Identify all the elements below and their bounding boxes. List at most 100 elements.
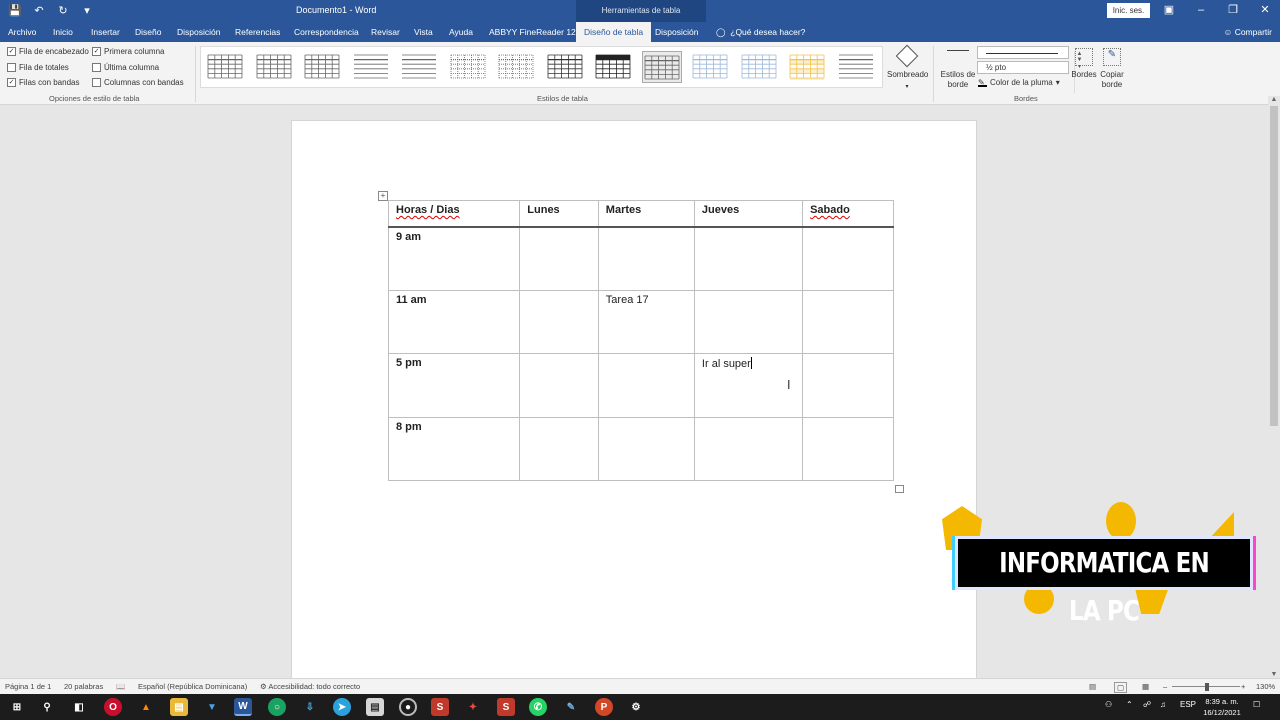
web-layout-icon[interactable]: ▦ [1142,682,1149,691]
volume-icon[interactable]: ♫ [1160,700,1166,709]
read-mode-icon[interactable]: ▤ [1089,682,1096,691]
page-count[interactable]: Página 1 de 1 [5,682,51,691]
minimize-icon[interactable]: – [1194,3,1208,17]
schedule-table[interactable]: Horas / Dias Lunes Martes Jueves Sabado … [387,200,894,481]
banded-rows-option[interactable]: ✓ Filas con bandas [7,78,79,87]
tab-referencias[interactable]: Referencias [235,22,280,42]
zoom-level[interactable]: 130% [1256,682,1275,691]
header-cell[interactable]: Jueves [693,200,804,228]
table-style-thumbnail[interactable] [690,51,730,83]
tab-vista[interactable]: Vista [414,22,433,42]
language-status[interactable]: Español (República Dominicana) [138,682,247,691]
app-icon[interactable]: ▼ [203,698,221,716]
tab-insertar[interactable]: Insertar [91,22,120,42]
vertical-scrollbar[interactable]: ▲ ▼ [1268,96,1280,678]
table-cell[interactable]: Tarea 17 [597,289,695,354]
header-cell[interactable]: Martes [597,200,695,228]
customize-qat-icon[interactable]: ▾ [80,3,94,17]
scroll-thumb[interactable] [1270,106,1278,426]
scroll-down-icon[interactable]: ▼ [1268,671,1280,678]
vlc-icon[interactable]: ▲ [137,698,155,716]
tell-me-search[interactable]: ◯ ¿Qué desea hacer? [716,22,805,42]
table-cell[interactable] [597,226,695,291]
table-style-thumbnail[interactable] [496,51,536,83]
header-cell[interactable]: Lunes [519,200,599,228]
table-cell[interactable] [519,353,599,418]
settings-icon[interactable]: ⚙ [627,698,645,716]
chrome-icon[interactable]: ○ [268,698,286,716]
total-row-option[interactable]: Fila de totales [7,63,69,72]
tray-chevron-icon[interactable]: ⌃ [1126,700,1133,709]
proofing-icon[interactable]: 📖 [116,682,125,691]
table-resize-handle-icon[interactable] [895,485,904,493]
table-style-thumbnail[interactable] [351,51,391,83]
word-icon[interactable]: W [234,698,252,716]
app-icon[interactable]: S [497,698,515,716]
tab-archivo[interactable]: Archivo [8,22,36,42]
table-style-thumbnail[interactable] [739,51,779,83]
tab-diseno[interactable]: Diseño [135,22,161,42]
hour-cell[interactable]: 5 pm [387,353,521,418]
line-weight-select[interactable]: ½ pto [977,61,1069,74]
tab-diseno-de-tabla[interactable]: Diseño de tabla [576,22,652,42]
hour-cell[interactable]: 8 pm [387,416,521,481]
borders-button[interactable]: Bordes [1071,46,1097,92]
share-button[interactable]: ☺ Compartir [1224,22,1272,42]
table-cell[interactable] [802,353,894,418]
table-cell[interactable] [519,416,599,481]
telegram-icon[interactable]: ➤ [333,698,351,716]
pen-color-button[interactable]: ✎ Color de la pluma ▾ [978,78,1060,87]
table-cell[interactable] [802,226,894,291]
hour-cell[interactable]: 9 am [387,226,521,291]
zoom-slider-thumb[interactable] [1205,683,1209,691]
table-cell[interactable] [802,416,894,481]
tab-disposicion[interactable]: Disposición [177,22,220,42]
border-styles-button[interactable]: Estilos de borde [939,46,977,92]
table-cell[interactable] [802,289,894,354]
notepad-icon[interactable]: ▤ [366,698,384,716]
app-icon[interactable]: ⇩ [301,698,319,716]
file-explorer-icon[interactable]: ▤ [170,698,188,716]
table-style-thumbnail[interactable] [641,51,682,83]
table-style-thumbnail[interactable] [448,51,488,83]
banded-columns-option[interactable]: Columnas con bandas [92,78,184,87]
table-style-thumbnail[interactable] [399,51,439,83]
header-row-option[interactable]: ✓ Fila de encabezado [7,47,89,56]
header-cell[interactable]: Horas / Dias [387,200,521,228]
undo-icon[interactable]: ↶ [32,3,46,17]
hour-cell[interactable]: 11 am [387,289,521,354]
zoom-in-icon[interactable]: + [1241,682,1245,691]
table-move-handle-icon[interactable]: + [378,191,388,201]
obs-icon[interactable]: ● [399,698,417,716]
tab-revisar[interactable]: Revisar [371,22,400,42]
close-icon[interactable]: ✕ [1258,3,1272,17]
accessibility-status[interactable]: ⚙ Accesibilidad: todo correcto [260,682,360,691]
first-column-option[interactable]: ✓ Primera columna [92,47,164,56]
table-cell[interactable] [693,226,804,291]
whatsapp-icon[interactable]: ✆ [529,698,547,716]
opera-icon[interactable]: O [104,698,122,716]
print-layout-icon[interactable]: ▢ [1114,682,1128,693]
table-cell[interactable] [597,353,695,418]
tab-inicio[interactable]: Inicio [53,22,73,42]
line-style-select[interactable] [977,46,1069,59]
table-style-thumbnail[interactable] [545,51,585,83]
redo-icon[interactable]: ↻ [56,3,70,17]
app-icon[interactable]: ✦ [464,698,482,716]
tab-disposicion-tabla[interactable]: Disposición [655,22,698,42]
notifications-icon[interactable]: ☐ [1253,700,1260,709]
table-style-thumbnail[interactable] [787,51,827,83]
table-style-thumbnail[interactable] [254,51,294,83]
tab-correspondencia[interactable]: Correspondencia [294,22,359,42]
table-cell[interactable] [693,416,804,481]
table-cell[interactable] [519,226,599,291]
tab-abbyy[interactable]: ABBYY FineReader 12 [489,22,576,42]
word-count[interactable]: 20 palabras [64,682,103,691]
border-painter-button[interactable]: ✎ Copiar borde [1099,46,1125,92]
tab-ayuda[interactable]: Ayuda [449,22,473,42]
system-clock[interactable]: 8:39 a. m. 16/12/2021 [1194,696,1250,718]
app-icon[interactable]: ✎ [562,698,580,716]
windows-start-icon[interactable]: ⊞ [8,698,26,716]
table-style-thumbnail[interactable] [302,51,342,83]
last-column-option[interactable]: Última columna [92,63,159,72]
